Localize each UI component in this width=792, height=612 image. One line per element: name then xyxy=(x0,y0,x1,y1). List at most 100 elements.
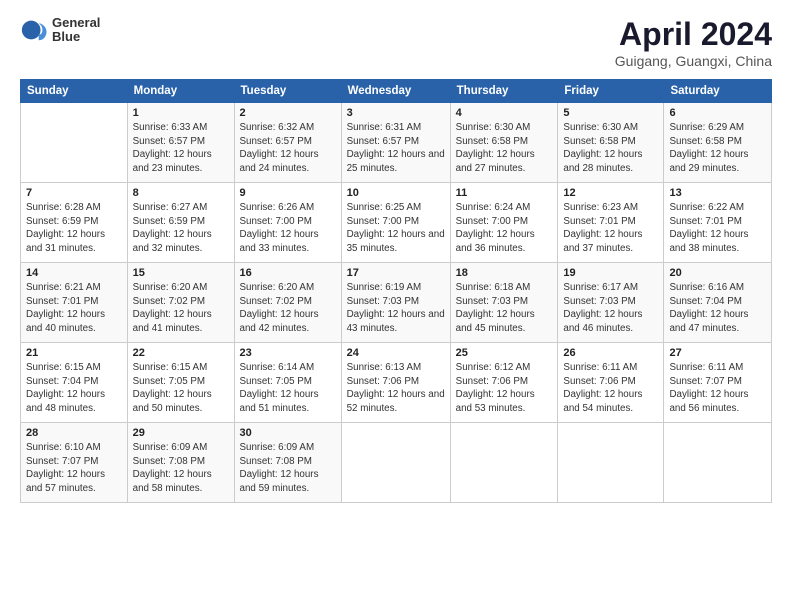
day-number: 9 xyxy=(240,187,336,199)
day-info: Sunrise: 6:23 AM Sunset: 7:01 PM Dayligh… xyxy=(563,201,658,256)
logo-text: General Blue xyxy=(52,16,100,45)
calendar-cell: 14 Sunrise: 6:21 AM Sunset: 7:01 PM Dayli… xyxy=(21,263,128,343)
day-info: Sunrise: 6:09 AM Sunset: 7:08 PM Dayligh… xyxy=(133,441,229,496)
day-info: Sunrise: 6:16 AM Sunset: 7:04 PM Dayligh… xyxy=(669,281,766,336)
day-info: Sunrise: 6:30 AM Sunset: 6:58 PM Dayligh… xyxy=(456,121,553,176)
calendar-cell: 23 Sunrise: 6:14 AM Sunset: 7:05 PM Dayli… xyxy=(234,343,341,423)
day-number: 21 xyxy=(26,347,122,359)
day-number: 25 xyxy=(456,347,553,359)
day-info: Sunrise: 6:28 AM Sunset: 6:59 PM Dayligh… xyxy=(26,201,122,256)
calendar-cell: 16 Sunrise: 6:20 AM Sunset: 7:02 PM Dayli… xyxy=(234,263,341,343)
calendar-cell: 25 Sunrise: 6:12 AM Sunset: 7:06 PM Dayli… xyxy=(450,343,558,423)
day-info: Sunrise: 6:20 AM Sunset: 7:02 PM Dayligh… xyxy=(240,281,336,336)
header-sunday: Sunday xyxy=(21,80,128,103)
calendar-cell: 24 Sunrise: 6:13 AM Sunset: 7:06 PM Dayli… xyxy=(341,343,450,423)
calendar-week-2: 7 Sunrise: 6:28 AM Sunset: 6:59 PM Daylig… xyxy=(21,183,772,263)
page: General Blue April 2024 Guigang, Guangxi… xyxy=(0,0,792,612)
calendar-cell: 28Sunrise: 6:10 AM Sunset: 7:07 PM Dayli… xyxy=(21,423,128,503)
day-number: 27 xyxy=(669,347,766,359)
calendar-cell: 17 Sunrise: 6:19 AM Sunset: 7:03 PM Dayli… xyxy=(341,263,450,343)
header: General Blue April 2024 Guigang, Guangxi… xyxy=(20,16,772,69)
day-info: Sunrise: 6:15 AM Sunset: 7:05 PM Dayligh… xyxy=(133,361,229,416)
day-number: 12 xyxy=(563,187,658,199)
day-number: 11 xyxy=(456,187,553,199)
day-info: Sunrise: 6:18 AM Sunset: 7:03 PM Dayligh… xyxy=(456,281,553,336)
calendar-cell: 2Sunrise: 6:32 AM Sunset: 6:57 PM Daylig… xyxy=(234,103,341,183)
calendar-cell: 27 Sunrise: 6:11 AM Sunset: 7:07 PM Dayli… xyxy=(664,343,772,423)
day-info: Sunrise: 6:22 AM Sunset: 7:01 PM Dayligh… xyxy=(669,201,766,256)
day-info: Sunrise: 6:15 AM Sunset: 7:04 PM Dayligh… xyxy=(26,361,122,416)
calendar-cell: 11 Sunrise: 6:24 AM Sunset: 7:00 PM Dayli… xyxy=(450,183,558,263)
day-info: Sunrise: 6:27 AM Sunset: 6:59 PM Dayligh… xyxy=(133,201,229,256)
day-info: Sunrise: 6:14 AM Sunset: 7:05 PM Dayligh… xyxy=(240,361,336,416)
location: Guigang, Guangxi, China xyxy=(615,53,772,69)
title-block: April 2024 Guigang, Guangxi, China xyxy=(615,16,772,69)
day-number: 18 xyxy=(456,267,553,279)
day-info: Sunrise: 6:11 AM Sunset: 7:06 PM Dayligh… xyxy=(563,361,658,416)
day-info: Sunrise: 6:09 AM Sunset: 7:08 PM Dayligh… xyxy=(240,441,336,496)
day-info: Sunrise: 6:26 AM Sunset: 7:00 PM Dayligh… xyxy=(240,201,336,256)
calendar-week-1: 1Sunrise: 6:33 AM Sunset: 6:57 PM Daylig… xyxy=(21,103,772,183)
header-saturday: Saturday xyxy=(664,80,772,103)
calendar-week-5: 28Sunrise: 6:10 AM Sunset: 7:07 PM Dayli… xyxy=(21,423,772,503)
calendar-cell: 4 Sunrise: 6:30 AM Sunset: 6:58 PM Daylig… xyxy=(450,103,558,183)
day-number: 8 xyxy=(133,187,229,199)
day-number: 30 xyxy=(240,427,336,439)
calendar-cell: 6Sunrise: 6:29 AM Sunset: 6:58 PM Daylig… xyxy=(664,103,772,183)
calendar-week-3: 14 Sunrise: 6:21 AM Sunset: 7:01 PM Dayli… xyxy=(21,263,772,343)
day-info: Sunrise: 6:12 AM Sunset: 7:06 PM Dayligh… xyxy=(456,361,553,416)
day-info: Sunrise: 6:21 AM Sunset: 7:01 PM Dayligh… xyxy=(26,281,122,336)
day-number: 3 xyxy=(347,107,445,119)
day-number: 15 xyxy=(133,267,229,279)
calendar-cell: 8 Sunrise: 6:27 AM Sunset: 6:59 PM Daylig… xyxy=(127,183,234,263)
day-number: 26 xyxy=(563,347,658,359)
logo: General Blue xyxy=(20,16,100,45)
day-info: Sunrise: 6:13 AM Sunset: 7:06 PM Dayligh… xyxy=(347,361,445,416)
day-info: Sunrise: 6:20 AM Sunset: 7:02 PM Dayligh… xyxy=(133,281,229,336)
month-title: April 2024 xyxy=(615,16,772,53)
calendar-cell: 19 Sunrise: 6:17 AM Sunset: 7:03 PM Dayli… xyxy=(558,263,664,343)
logo-icon xyxy=(20,16,48,44)
day-info: Sunrise: 6:31 AM Sunset: 6:57 PM Dayligh… xyxy=(347,121,445,176)
calendar-cell xyxy=(21,103,128,183)
calendar-cell: 1Sunrise: 6:33 AM Sunset: 6:57 PM Daylig… xyxy=(127,103,234,183)
day-number: 14 xyxy=(26,267,122,279)
day-info: Sunrise: 6:24 AM Sunset: 7:00 PM Dayligh… xyxy=(456,201,553,256)
day-info: Sunrise: 6:17 AM Sunset: 7:03 PM Dayligh… xyxy=(563,281,658,336)
day-number: 23 xyxy=(240,347,336,359)
day-info: Sunrise: 6:33 AM Sunset: 6:57 PM Dayligh… xyxy=(133,121,229,176)
day-info: Sunrise: 6:11 AM Sunset: 7:07 PM Dayligh… xyxy=(669,361,766,416)
day-number: 22 xyxy=(133,347,229,359)
day-number: 17 xyxy=(347,267,445,279)
calendar-week-4: 21 Sunrise: 6:15 AM Sunset: 7:04 PM Dayli… xyxy=(21,343,772,423)
calendar-cell xyxy=(341,423,450,503)
calendar-cell: 15 Sunrise: 6:20 AM Sunset: 7:02 PM Dayli… xyxy=(127,263,234,343)
calendar-cell: 12 Sunrise: 6:23 AM Sunset: 7:01 PM Dayli… xyxy=(558,183,664,263)
day-number: 29 xyxy=(133,427,229,439)
calendar-cell: 29 Sunrise: 6:09 AM Sunset: 7:08 PM Dayli… xyxy=(127,423,234,503)
header-friday: Friday xyxy=(558,80,664,103)
day-info: Sunrise: 6:29 AM Sunset: 6:58 PM Dayligh… xyxy=(669,121,766,176)
day-number: 19 xyxy=(563,267,658,279)
calendar-cell: 20Sunrise: 6:16 AM Sunset: 7:04 PM Dayli… xyxy=(664,263,772,343)
day-number: 4 xyxy=(456,107,553,119)
calendar-cell: 26 Sunrise: 6:11 AM Sunset: 7:06 PM Dayli… xyxy=(558,343,664,423)
calendar-cell: 5Sunrise: 6:30 AM Sunset: 6:58 PM Daylig… xyxy=(558,103,664,183)
calendar-cell: 7 Sunrise: 6:28 AM Sunset: 6:59 PM Daylig… xyxy=(21,183,128,263)
calendar-cell: 10Sunrise: 6:25 AM Sunset: 7:00 PM Dayli… xyxy=(341,183,450,263)
day-number: 28 xyxy=(26,427,122,439)
day-number: 13 xyxy=(669,187,766,199)
header-tuesday: Tuesday xyxy=(234,80,341,103)
day-number: 16 xyxy=(240,267,336,279)
header-monday: Monday xyxy=(127,80,234,103)
calendar-cell: 21 Sunrise: 6:15 AM Sunset: 7:04 PM Dayli… xyxy=(21,343,128,423)
day-number: 24 xyxy=(347,347,445,359)
header-wednesday: Wednesday xyxy=(341,80,450,103)
calendar-cell: 13 Sunrise: 6:22 AM Sunset: 7:01 PM Dayli… xyxy=(664,183,772,263)
calendar-cell: 18 Sunrise: 6:18 AM Sunset: 7:03 PM Dayli… xyxy=(450,263,558,343)
day-number: 7 xyxy=(26,187,122,199)
logo-line2: Blue xyxy=(52,30,100,44)
calendar-cell: 30 Sunrise: 6:09 AM Sunset: 7:08 PM Dayli… xyxy=(234,423,341,503)
calendar-header-row: SundayMondayTuesdayWednesdayThursdayFrid… xyxy=(21,80,772,103)
day-info: Sunrise: 6:19 AM Sunset: 7:03 PM Dayligh… xyxy=(347,281,445,336)
